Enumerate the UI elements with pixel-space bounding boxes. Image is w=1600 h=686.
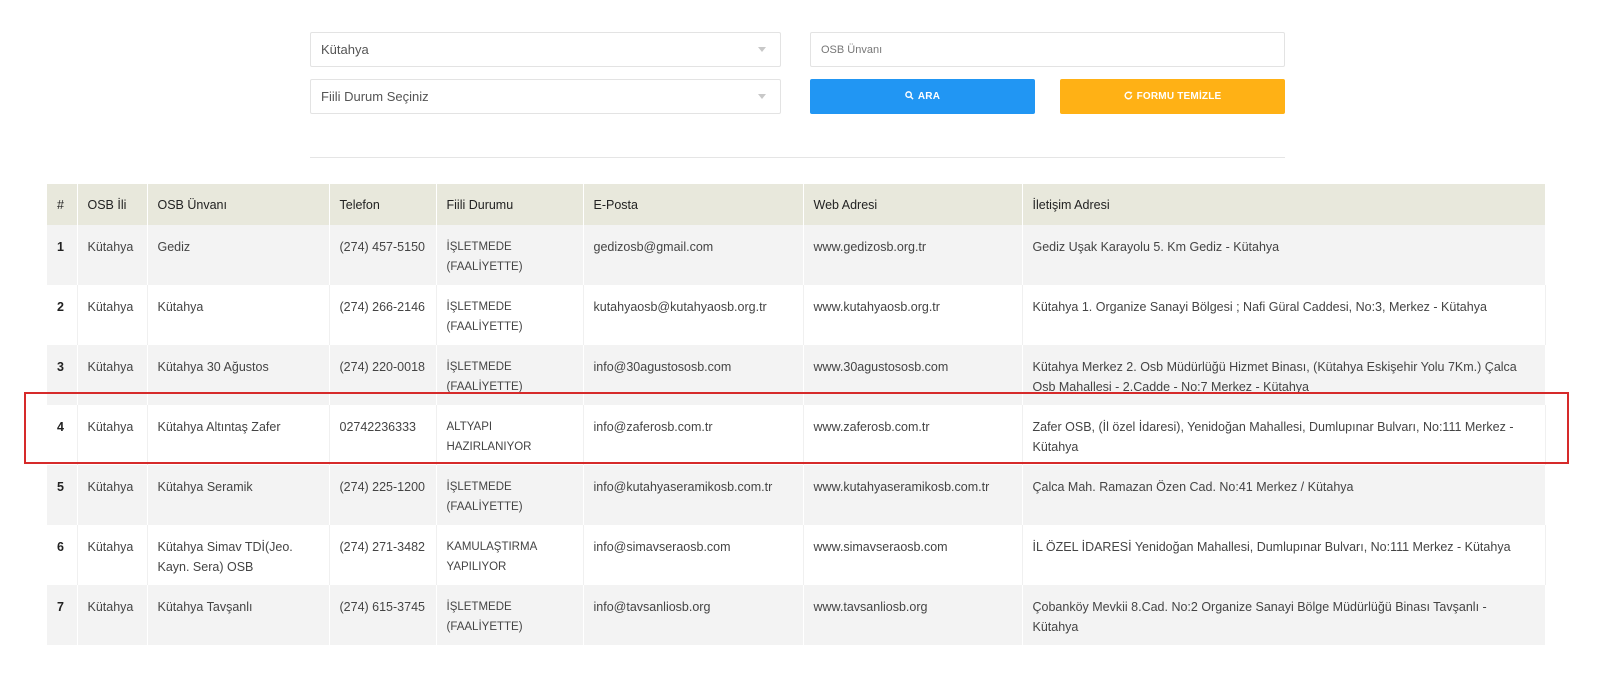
row-address: Çalca Mah. Ramazan Özen Cad. No:41 Merke… [1022,465,1546,525]
row-city: Kütahya [77,225,148,285]
table-row: 4 Kütahya Kütahya Altıntaş Zafer 0274223… [47,405,1546,465]
table-header-row: # OSB İli OSB Ünvanı Telefon Fiili Durum… [47,184,1546,225]
clear-form-button-label: FORMU TEMİZLE [1136,91,1222,102]
row-phone: (274) 615-3745 [329,585,437,645]
row-email[interactable]: gedizosb@gmail.com [583,225,804,285]
column-header-phone: Telefon [329,184,437,225]
province-select-value: Kütahya [321,42,369,57]
osb-name-placeholder: OSB Ünvanı [821,43,883,56]
row-number: 7 [47,585,78,645]
column-header-city: OSB İli [77,184,148,225]
row-web[interactable]: www.zaferosb.com.tr [803,405,1023,465]
row-address-text: Kütahya Merkez 2. Osb Müdürlüğü Hizmet B… [1032,360,1517,394]
row-number: 5 [47,465,78,525]
row-status: İŞLETMEDE (FAALİYETTE) [436,225,584,285]
table-row: 7 Kütahya Kütahya Tavşanlı (274) 615-374… [47,585,1546,645]
row-web[interactable]: www.simavseraosb.com [803,525,1023,585]
row-status: KAMULAŞTIRMA YAPILIYOR [436,525,584,585]
row-city: Kütahya [77,345,148,405]
row-address: Çobanköy Mevkii 8.Cad. No:2 Organize San… [1022,585,1546,645]
row-address: Kütahya Merkez 2. Osb Müdürlüğü Hizmet B… [1022,345,1546,405]
chevron-down-icon [758,47,766,52]
column-header-email: E-Posta [583,184,804,225]
row-city: Kütahya [77,285,148,345]
row-email[interactable]: info@zaferosb.com.tr [583,405,804,465]
row-status: İŞLETMEDE (FAALİYETTE) [436,465,584,525]
status-select[interactable]: Fiili Durum Seçiniz [310,79,781,114]
row-address: Gediz Uşak Karayolu 5. Km Gediz - Kütahy… [1022,225,1546,285]
row-phone: (274) 220-0018 [329,345,437,405]
row-web[interactable]: www.kutahyaosb.org.tr [803,285,1023,345]
row-status: İŞLETMEDE (FAALİYETTE) [436,585,584,645]
row-osb-name: Kütahya Seramik [147,465,330,525]
row-status: İŞLETMEDE (FAALİYETTE) [436,345,584,405]
row-number: 3 [47,345,78,405]
row-status: İŞLETMEDE (FAALİYETTE) [436,285,584,345]
table-row: 6 Kütahya Kütahya Simav TDİ(Jeo. Kayn. S… [47,525,1546,585]
table-row: 3 Kütahya Kütahya 30 Ağustos (274) 220-0… [47,345,1546,405]
row-email[interactable]: info@kutahyaseramikosb.com.tr [583,465,804,525]
row-number: 4 [47,405,78,465]
row-osb-name: Kütahya Altıntaş Zafer [147,405,330,465]
row-phone: (274) 266-2146 [329,285,437,345]
row-phone: 02742236333 [329,405,437,465]
column-header-number: # [47,184,78,225]
osb-table: # OSB İli OSB Ünvanı Telefon Fiili Durum… [47,184,1546,645]
refresh-icon [1124,91,1133,103]
row-email[interactable]: info@30agustososb.com [583,345,804,405]
row-status-text: İŞLETMEDE (FAALİYETTE) [446,361,523,393]
row-osb-name: Kütahya Simav TDİ(Jeo. Kayn. Sera) OSB [147,525,330,585]
row-web[interactable]: www.30agustososb.com [803,345,1023,405]
row-address: Zafer OSB, (İl özel İdaresi), Yenidoğan … [1022,405,1546,465]
status-select-value: Fiili Durum Seçiniz [321,89,429,104]
osb-name-input[interactable]: OSB Ünvanı [810,32,1285,67]
row-number: 1 [47,225,78,285]
table-row: 1 Kütahya Gediz (274) 457-5150 İŞLETMEDE… [47,225,1546,285]
row-number: 2 [47,285,78,345]
row-osb-name: Gediz [147,225,330,285]
row-city: Kütahya [77,405,148,465]
clear-form-button[interactable]: FORMU TEMİZLE [1060,79,1285,114]
row-osb-name: Kütahya [147,285,330,345]
row-phone: (274) 457-5150 [329,225,437,285]
table-row: 2 Kütahya Kütahya (274) 266-2146 İŞLETME… [47,285,1546,345]
row-city: Kütahya [77,585,148,645]
row-address: Kütahya 1. Organize Sanayi Bölgesi ; Naf… [1022,285,1546,345]
column-header-name: OSB Ünvanı [147,184,330,225]
row-email[interactable]: kutahyaosb@kutahyaosb.org.tr [583,285,804,345]
row-city: Kütahya [77,525,148,585]
row-phone: (274) 271-3482 [329,525,437,585]
divider [310,157,1285,158]
row-address: İL ÖZEL İDARESİ Yenidoğan Mahallesi, Dum… [1022,525,1546,585]
row-city: Kütahya [77,465,148,525]
column-header-web: Web Adresi [803,184,1023,225]
column-header-address: İletişim Adresi [1022,184,1546,225]
search-button[interactable]: ARA [810,79,1035,114]
row-status: ALTYAPI HAZIRLANIYOR [436,405,584,465]
row-phone: (274) 225-1200 [329,465,437,525]
row-phone-text: (274) 220-0018 [339,360,425,374]
row-web[interactable]: www.kutahyaseramikosb.com.tr [803,465,1023,525]
column-header-status: Fiili Durumu [436,184,584,225]
chevron-down-icon [758,94,766,99]
row-osb-name: Kütahya Tavşanlı [147,585,330,645]
row-osb-name: Kütahya 30 Ağustos [147,345,330,405]
row-email[interactable]: info@simavseraosb.com [583,525,804,585]
table-row: 5 Kütahya Kütahya Seramik (274) 225-1200… [47,465,1546,525]
search-icon [905,90,914,103]
row-number: 6 [47,525,78,585]
province-select[interactable]: Kütahya [310,32,781,67]
row-web[interactable]: www.tavsanliosb.org [803,585,1023,645]
search-button-label: ARA [917,91,941,102]
row-email[interactable]: info@tavsanliosb.org [583,585,804,645]
row-web[interactable]: www.gedizosb.org.tr [803,225,1023,285]
